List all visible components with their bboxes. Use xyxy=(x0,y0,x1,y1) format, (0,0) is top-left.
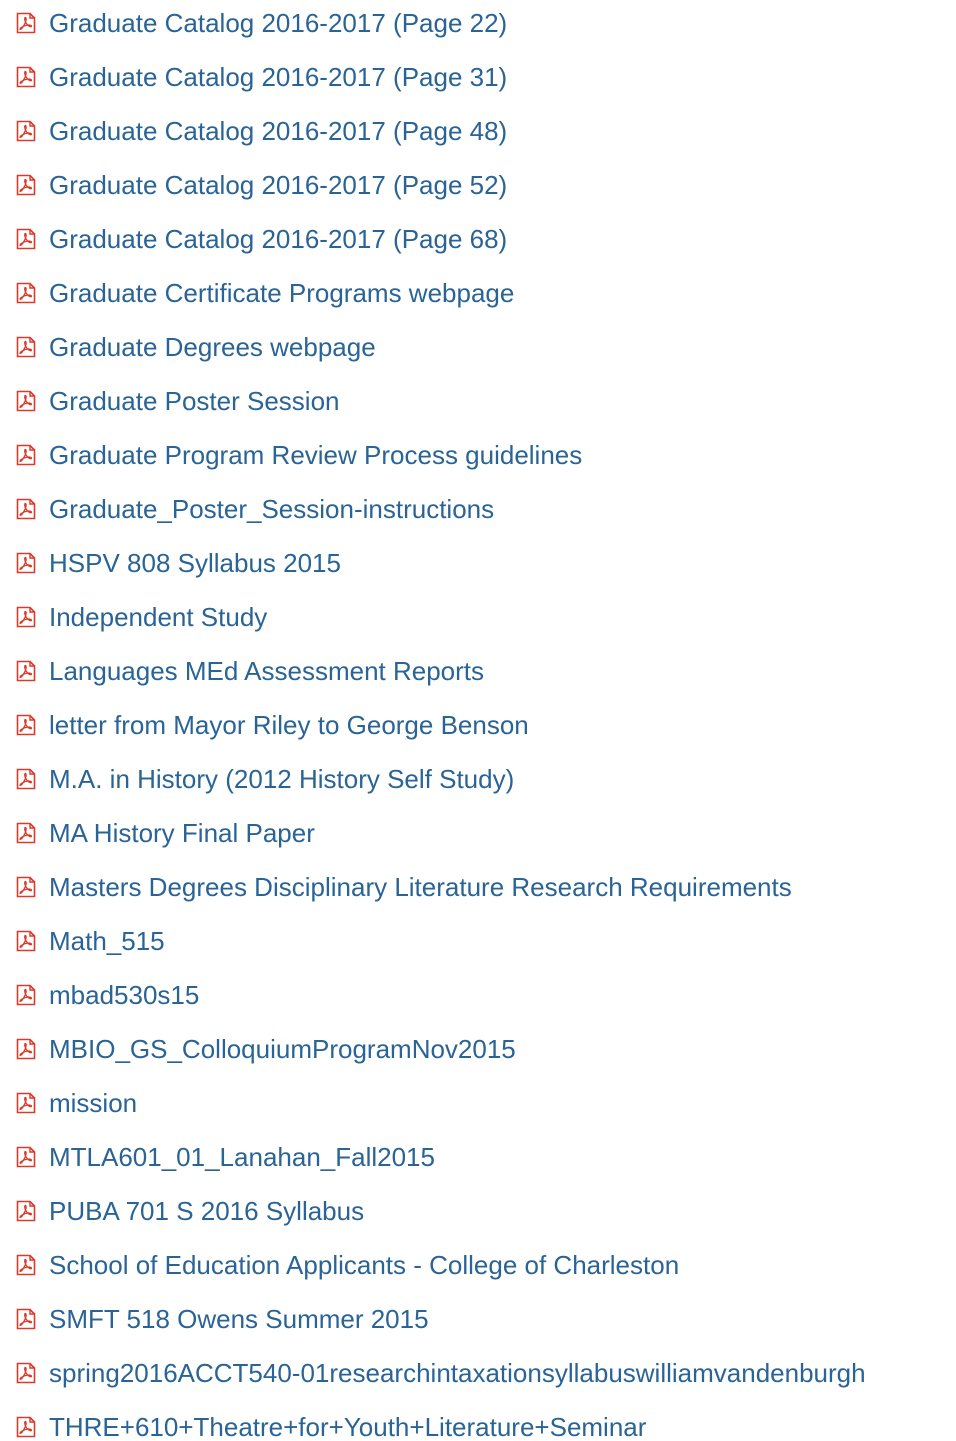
document-link[interactable]: Graduate Certificate Programs webpage xyxy=(49,280,514,306)
document-link[interactable]: MA History Final Paper xyxy=(49,820,315,846)
pdf-icon xyxy=(15,336,37,358)
pdf-icon xyxy=(15,1416,37,1438)
document-link[interactable]: letter from Mayor Riley to George Benson xyxy=(49,712,529,738)
list-item: School of Education Applicants - College… xyxy=(0,1238,956,1292)
document-link[interactable]: Masters Degrees Disciplinary Literature … xyxy=(49,874,792,900)
pdf-icon xyxy=(15,228,37,250)
document-link[interactable]: Graduate_Poster_Session-instructions xyxy=(49,496,494,522)
document-link[interactable]: Graduate Poster Session xyxy=(49,388,340,414)
document-link[interactable]: HSPV 808 Syllabus 2015 xyxy=(49,550,341,576)
pdf-icon xyxy=(15,606,37,628)
list-item: MBIO_GS_ColloquiumProgramNov2015 xyxy=(0,1022,956,1076)
list-item: Graduate Catalog 2016-2017 (Page 68) xyxy=(0,212,956,266)
pdf-icon xyxy=(15,1308,37,1330)
list-item: Masters Degrees Disciplinary Literature … xyxy=(0,860,956,914)
pdf-icon xyxy=(15,984,37,1006)
list-item: mbad530s15 xyxy=(0,968,956,1022)
list-item: Graduate Degrees webpage xyxy=(0,320,956,374)
pdf-icon xyxy=(15,12,37,34)
pdf-icon xyxy=(15,120,37,142)
document-link[interactable]: mbad530s15 xyxy=(49,982,199,1008)
pdf-icon xyxy=(15,1254,37,1276)
pdf-icon xyxy=(15,1092,37,1114)
document-link[interactable]: Graduate Catalog 2016-2017 (Page 52) xyxy=(49,172,507,198)
pdf-icon xyxy=(15,174,37,196)
pdf-icon xyxy=(15,1038,37,1060)
document-link[interactable]: Graduate Catalog 2016-2017 (Page 31) xyxy=(49,64,507,90)
list-item: Graduate Certificate Programs webpage xyxy=(0,266,956,320)
document-link[interactable]: School of Education Applicants - College… xyxy=(49,1252,679,1278)
document-link[interactable]: Graduate Catalog 2016-2017 (Page 68) xyxy=(49,226,507,252)
document-link[interactable]: Languages MEd Assessment Reports xyxy=(49,658,484,684)
pdf-icon xyxy=(15,714,37,736)
pdf-icon xyxy=(15,282,37,304)
list-item: M.A. in History (2012 History Self Study… xyxy=(0,752,956,806)
pdf-icon xyxy=(15,930,37,952)
pdf-icon xyxy=(15,660,37,682)
list-item: Graduate Poster Session xyxy=(0,374,956,428)
document-link[interactable]: SMFT 518 Owens Summer 2015 xyxy=(49,1306,429,1332)
document-link[interactable]: Independent Study xyxy=(49,604,267,630)
pdf-icon xyxy=(15,390,37,412)
document-link[interactable]: MBIO_GS_ColloquiumProgramNov2015 xyxy=(49,1036,516,1062)
pdf-icon xyxy=(15,1146,37,1168)
list-item: Math_515 xyxy=(0,914,956,968)
list-item: spring2016ACCT540-01researchintaxationsy… xyxy=(0,1346,956,1400)
list-item: mission xyxy=(0,1076,956,1130)
pdf-icon xyxy=(15,498,37,520)
list-item: Graduate Catalog 2016-2017 (Page 22) xyxy=(0,0,956,50)
pdf-icon xyxy=(15,822,37,844)
list-item: Graduate Catalog 2016-2017 (Page 52) xyxy=(0,158,956,212)
list-item: Independent Study xyxy=(0,590,956,644)
list-item: MTLA601_01_Lanahan_Fall2015 xyxy=(0,1130,956,1184)
list-item: Graduate Catalog 2016-2017 (Page 48) xyxy=(0,104,956,158)
pdf-icon xyxy=(15,444,37,466)
pdf-icon xyxy=(15,1362,37,1384)
list-item: Graduate_Poster_Session-instructions xyxy=(0,482,956,536)
document-link[interactable]: M.A. in History (2012 History Self Study… xyxy=(49,766,514,792)
pdf-icon xyxy=(15,768,37,790)
list-item: PUBA 701 S 2016 Syllabus xyxy=(0,1184,956,1238)
document-link[interactable]: Graduate Catalog 2016-2017 (Page 48) xyxy=(49,118,507,144)
document-link[interactable]: THRE+610+Theatre+for+Youth+Literature+Se… xyxy=(49,1414,646,1440)
document-link[interactable]: spring2016ACCT540-01researchintaxationsy… xyxy=(49,1360,866,1386)
pdf-icon xyxy=(15,1200,37,1222)
document-link[interactable]: Math_515 xyxy=(49,928,165,954)
pdf-icon xyxy=(15,552,37,574)
pdf-icon xyxy=(15,876,37,898)
document-link[interactable]: Graduate Program Review Process guidelin… xyxy=(49,442,582,468)
document-list: Graduate Catalog 2016-2017 (Page 22) Gra… xyxy=(0,0,956,1441)
list-item: SMFT 518 Owens Summer 2015 xyxy=(0,1292,956,1346)
pdf-icon xyxy=(15,66,37,88)
document-link[interactable]: MTLA601_01_Lanahan_Fall2015 xyxy=(49,1144,435,1170)
document-link[interactable]: Graduate Degrees webpage xyxy=(49,334,376,360)
document-link[interactable]: Graduate Catalog 2016-2017 (Page 22) xyxy=(49,10,507,36)
list-item: Graduate Catalog 2016-2017 (Page 31) xyxy=(0,50,956,104)
document-link[interactable]: mission xyxy=(49,1090,137,1116)
document-link[interactable]: PUBA 701 S 2016 Syllabus xyxy=(49,1198,364,1224)
list-item: THRE+610+Theatre+for+Youth+Literature+Se… xyxy=(0,1400,956,1441)
list-item: letter from Mayor Riley to George Benson xyxy=(0,698,956,752)
list-item: Graduate Program Review Process guidelin… xyxy=(0,428,956,482)
list-item: HSPV 808 Syllabus 2015 xyxy=(0,536,956,590)
list-item: Languages MEd Assessment Reports xyxy=(0,644,956,698)
list-item: MA History Final Paper xyxy=(0,806,956,860)
